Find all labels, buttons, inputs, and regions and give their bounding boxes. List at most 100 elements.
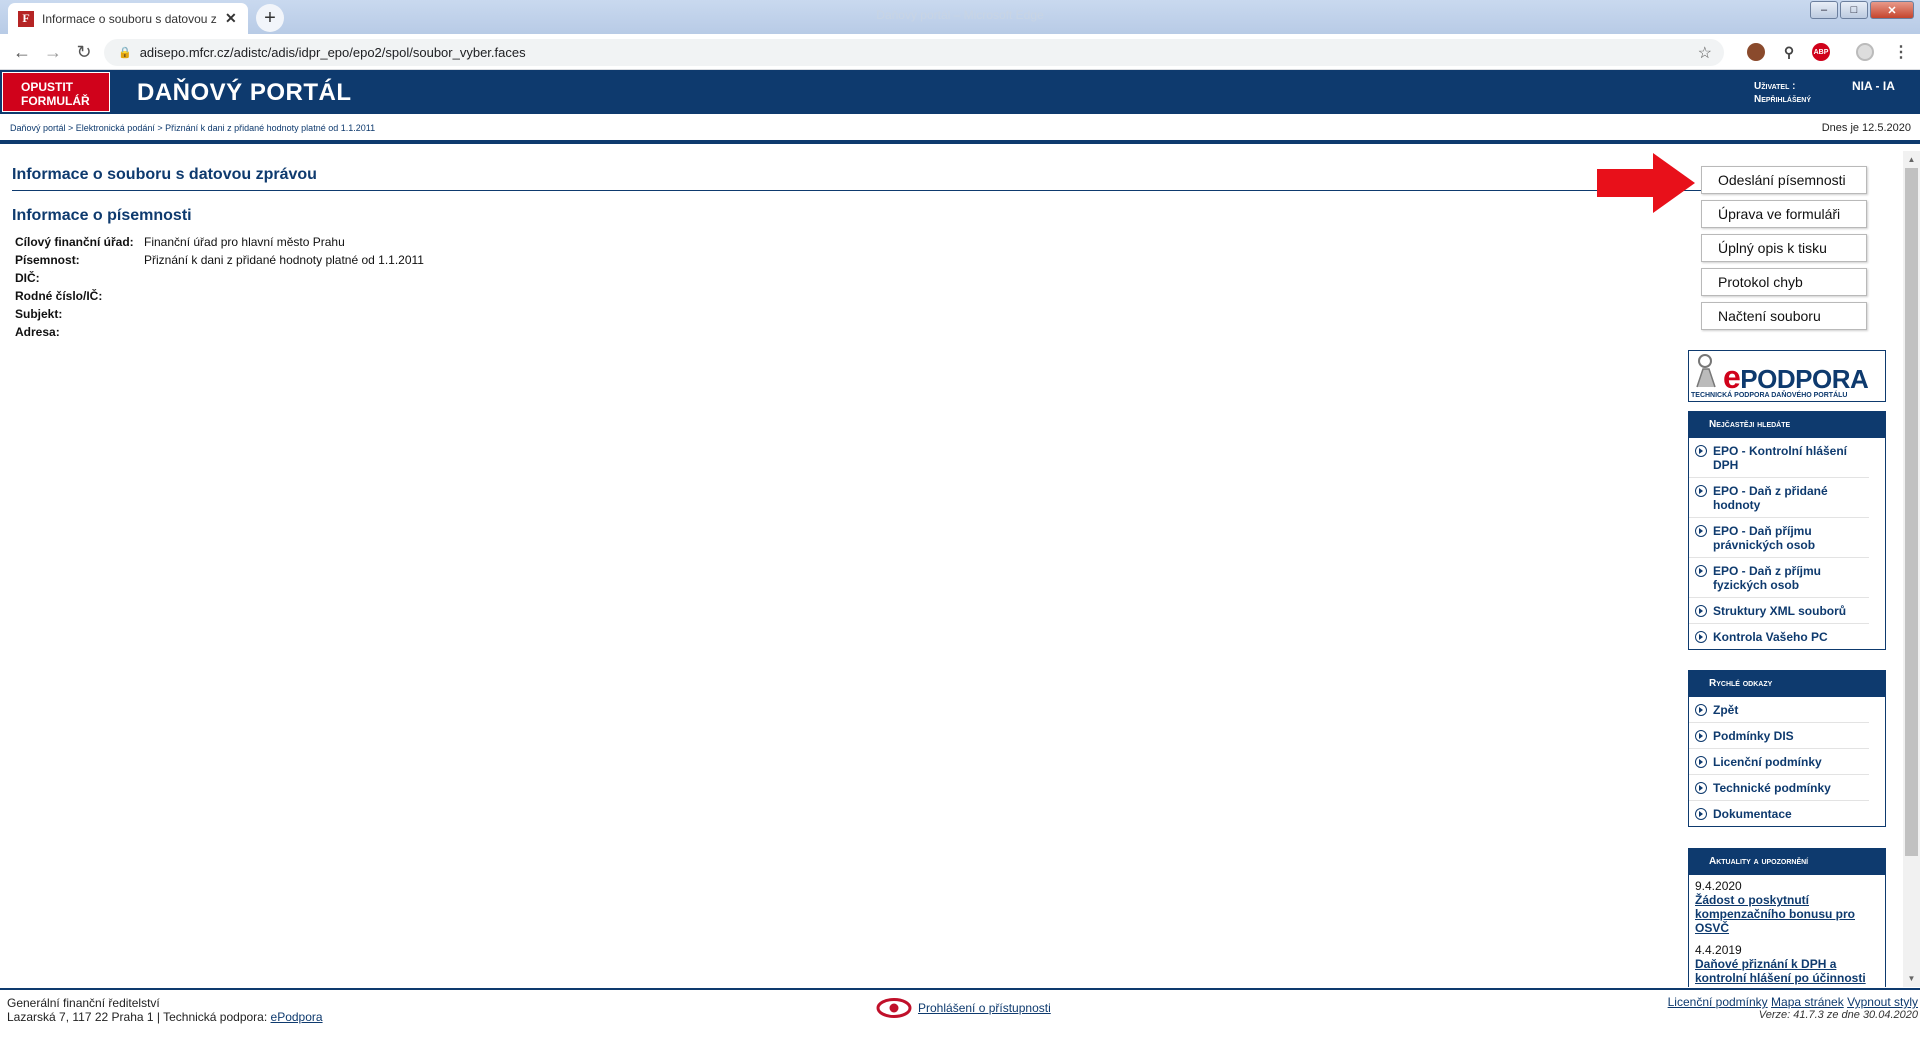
epodpora-banner[interactable]: ePODPORA TECHNICKÁ PODPORA DAŇOVÉHO PORT… bbox=[1688, 350, 1886, 402]
portal-title: DAŇOVÝ PORTÁL bbox=[137, 79, 352, 106]
page-scrollbar[interactable]: ▲ ▼ bbox=[1903, 151, 1920, 987]
list-item[interactable]: Kontrola Vašeho PC bbox=[1689, 624, 1869, 649]
arrow-circle-icon bbox=[1695, 782, 1707, 794]
link-label: Kontrola Vašeho PC bbox=[1713, 630, 1828, 644]
table-row: Cílový finanční úřad: Finanční úřad pro h… bbox=[15, 235, 424, 253]
list-item[interactable]: Zpět bbox=[1689, 697, 1869, 723]
field-label: Adresa: bbox=[15, 325, 60, 339]
news-date: 9.4.2020 bbox=[1695, 879, 1742, 893]
portal-header: OPUSTIT FORMULÁŘ DAŇOVÝ PORTÁL Uživatel … bbox=[0, 70, 1920, 114]
accessibility-statement: Prohlášení o přístupnosti bbox=[876, 998, 1051, 1018]
footer-contact: Generální finanční ředitelství Lazarská … bbox=[7, 996, 323, 1024]
link-label: Technické podmínky bbox=[1713, 781, 1831, 795]
link-label: Dokumentace bbox=[1713, 807, 1792, 821]
epodpora-link[interactable]: ePodpora bbox=[271, 1010, 323, 1024]
field-label: DIČ: bbox=[15, 271, 40, 285]
maximize-button[interactable]: □ bbox=[1840, 1, 1868, 19]
epodpora-subtitle: TECHNICKÁ PODPORA DAŇOVÉHO PORTÁLU bbox=[1691, 392, 1848, 399]
close-window-button[interactable]: ✕ bbox=[1870, 1, 1914, 19]
field-value bbox=[144, 307, 424, 325]
forward-arrow-icon[interactable]: → bbox=[41, 40, 65, 64]
action-buttons: Odeslání písemnosti Úprava ve formuláři … bbox=[1701, 166, 1867, 336]
list-item[interactable]: Licenční podmínky bbox=[1689, 749, 1869, 775]
version-info: Verze: 41.7.3 ze dne 30.04.2020 bbox=[1758, 1009, 1918, 1021]
breadcrumb-bar: Daňový portál > Elektronická podání > Př… bbox=[0, 114, 1920, 144]
news-link[interactable]: Žádost o poskytnutí kompenzačního bonusu… bbox=[1695, 893, 1879, 935]
sitemap-link[interactable]: Mapa stránek bbox=[1771, 995, 1844, 1009]
menu-dots-icon[interactable]: ⋮ bbox=[1892, 43, 1910, 61]
footer-address-line: Lazarská 7, 117 22 Praha 1 | Technická p… bbox=[7, 1010, 323, 1024]
news-title: Aktuality a upozornění bbox=[1689, 849, 1885, 875]
epodpora-logo-e: e bbox=[1723, 359, 1741, 395]
field-label: Písemnost: bbox=[15, 253, 80, 267]
arrow-circle-icon bbox=[1695, 445, 1707, 457]
disable-styles-link[interactable]: Vypnout styly bbox=[1847, 995, 1918, 1009]
nia-link[interactable]: NIA - IA bbox=[1852, 79, 1895, 93]
breadcrumb[interactable]: Daňový portál > Elektronická podání > Př… bbox=[10, 123, 375, 133]
most-searched-box: Nejčastěji hledáte EPO - Kontrolní hláše… bbox=[1688, 411, 1886, 650]
epodpora-logo-text: PODPORA bbox=[1740, 364, 1869, 394]
arrow-circle-icon bbox=[1695, 808, 1707, 820]
back-arrow-icon[interactable]: ← bbox=[10, 40, 34, 64]
link-label: Zpět bbox=[1713, 703, 1739, 717]
adblock-icon[interactable]: ABP bbox=[1812, 43, 1830, 61]
list-item[interactable]: Technické podmínky bbox=[1689, 775, 1869, 801]
browser-titlebar: F Informace o souboru s datovou zprávou … bbox=[0, 0, 1920, 34]
arrow-circle-icon bbox=[1695, 485, 1707, 497]
list-item[interactable]: EPO - Daň z příjmu fyzických osob bbox=[1689, 558, 1869, 598]
exit-form-line2: FORMULÁŘ bbox=[21, 94, 90, 108]
most-searched-title: Nejčastěji hledáte bbox=[1689, 412, 1885, 438]
exit-form-line1: OPUSTIT bbox=[21, 80, 74, 94]
news-box: Aktuality a upozornění 9.4.2020 Žádost o… bbox=[1688, 848, 1886, 987]
arrow-circle-icon bbox=[1695, 565, 1707, 577]
document-info-table: Cílový finanční úřad: Finanční úřad pro h… bbox=[15, 235, 424, 343]
list-item[interactable]: EPO - Kontrolní hlášení DPH bbox=[1689, 438, 1869, 478]
quick-links-title: Rychlé odkazy bbox=[1689, 671, 1885, 697]
send-document-button[interactable]: Odeslání písemnosti bbox=[1701, 166, 1867, 194]
error-protocol-button[interactable]: Protokol chyb bbox=[1701, 268, 1867, 296]
extension-icon[interactable] bbox=[1747, 43, 1765, 61]
scrollbar-thumb[interactable] bbox=[1905, 168, 1918, 856]
minimize-button[interactable]: – bbox=[1810, 1, 1838, 19]
page-title: Informace o souboru s datovou zprávou bbox=[12, 166, 1708, 191]
location-pin-icon[interactable]: ⚲ bbox=[1780, 43, 1798, 61]
footer-links: Licenční podmínky Mapa stránek Vypnout s… bbox=[1668, 996, 1918, 1022]
list-item[interactable]: Struktury XML souborů bbox=[1689, 598, 1869, 624]
window-controls: – □ ✕ bbox=[1808, 1, 1914, 19]
page-footer: Generální finanční ředitelství Lazarská … bbox=[0, 988, 1920, 1028]
reload-icon[interactable]: ↻ bbox=[72, 40, 96, 64]
exit-form-button[interactable]: OPUSTIT FORMULÁŘ bbox=[2, 72, 110, 112]
address-bar[interactable]: 🔒 adisepo.mfcr.cz/adistc/adis/idpr_epo/e… bbox=[104, 39, 1724, 66]
print-copy-button[interactable]: Úplný opis k tisku bbox=[1701, 234, 1867, 262]
epodpora-logo: ePODPORA bbox=[1723, 359, 1869, 396]
edit-in-form-button[interactable]: Úprava ve formuláři bbox=[1701, 200, 1867, 228]
support-person-icon bbox=[1696, 354, 1716, 388]
list-item[interactable]: Podmínky DIS bbox=[1689, 723, 1869, 749]
link-label: EPO - Daň příjmu právnických osob bbox=[1713, 524, 1816, 552]
arrow-circle-icon bbox=[1695, 605, 1707, 617]
bookmark-star-icon[interactable]: ☆ bbox=[1698, 43, 1712, 63]
user-status: Uživatel : Nepřihlášený bbox=[1754, 80, 1811, 106]
section-title: Informace o písemnosti bbox=[12, 207, 192, 224]
news-list: 9.4.2020 Žádost o poskytnutí kompenzační… bbox=[1689, 875, 1885, 987]
scroll-up-icon[interactable]: ▲ bbox=[1903, 151, 1920, 168]
link-label: EPO - Daň z příjmu fyzických osob bbox=[1713, 564, 1822, 592]
accessibility-link[interactable]: Prohlášení o přístupnosti bbox=[918, 1001, 1051, 1015]
news-link[interactable]: Daňové přiznání k DPH a kontrolní hlášen… bbox=[1695, 957, 1879, 985]
list-item[interactable]: Dokumentace bbox=[1689, 801, 1869, 826]
user-label: Uživatel : bbox=[1754, 81, 1796, 92]
arrow-circle-icon bbox=[1695, 730, 1707, 742]
quick-links-box: Rychlé odkazy Zpět Podmínky DIS Licenční… bbox=[1688, 670, 1886, 827]
profile-avatar-icon[interactable] bbox=[1856, 43, 1874, 61]
red-arrow-icon bbox=[1597, 153, 1695, 213]
scroll-down-icon[interactable]: ▼ bbox=[1903, 970, 1920, 987]
field-value: Přiznání k dani z přidané hodnoty platné… bbox=[144, 253, 424, 267]
license-terms-link[interactable]: Licenční podmínky bbox=[1668, 995, 1768, 1009]
link-label: Licenční podmínky bbox=[1713, 755, 1822, 769]
load-file-button[interactable]: Načtení souboru bbox=[1701, 302, 1867, 330]
list-item[interactable]: EPO - Daň z přidané hodnoty bbox=[1689, 478, 1869, 518]
lock-icon: 🔒 bbox=[118, 47, 132, 59]
link-label: EPO - Daň z přidané hodnoty bbox=[1713, 484, 1828, 512]
table-row: Rodné číslo/IČ: bbox=[15, 289, 424, 307]
list-item[interactable]: EPO - Daň příjmu právnických osob bbox=[1689, 518, 1869, 558]
